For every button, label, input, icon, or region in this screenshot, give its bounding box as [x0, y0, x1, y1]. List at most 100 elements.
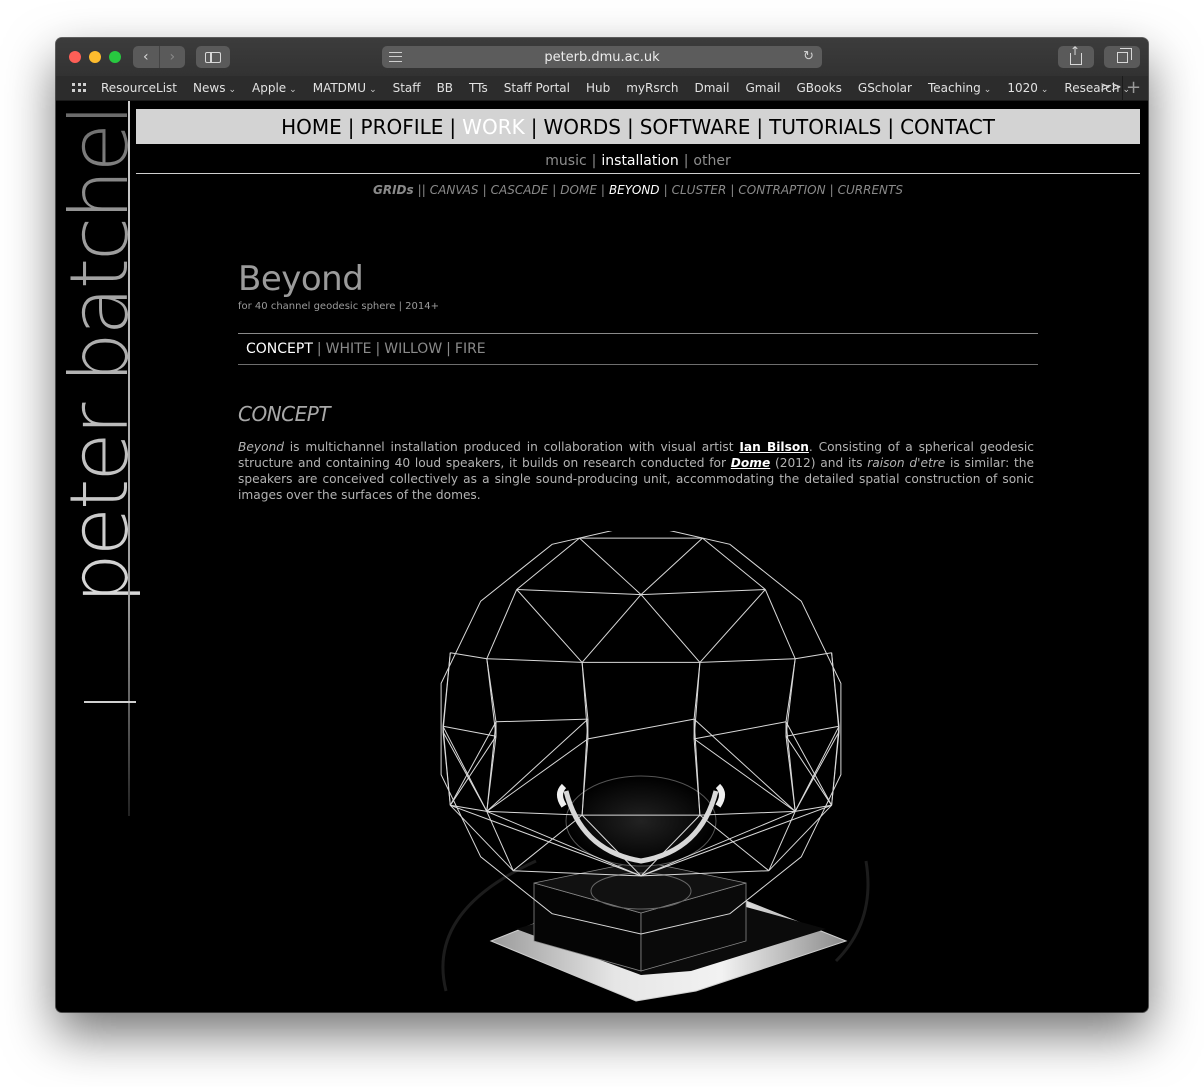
works-grids-link[interactable]: GRIDs	[373, 183, 414, 197]
address-bar[interactable]: peterb.dmu.ac.uk ↻	[382, 46, 822, 68]
reader-view-icon[interactable]	[389, 52, 402, 62]
main-navigation: HOME | PROFILE | WORK | WORDS | SOFTWARE | TUTORIA…	[136, 109, 1140, 144]
zoom-window-button[interactable]	[109, 51, 121, 63]
bookmark-label: Teaching	[927, 81, 981, 95]
bookmark-bb[interactable]: BB	[437, 81, 453, 95]
web-page: peter batchelor HOME | PROFILE | WORK | WORDS |…	[56, 101, 1148, 1012]
bookmark-gbooks[interactable]: GBooks	[796, 81, 841, 95]
bookmarks-bar: ResourceList News ⌄ Apple ⌄ MATDMU ⌄ Staff BB TTs…	[56, 76, 1148, 101]
sidebar-icon	[205, 51, 221, 63]
nav-contact[interactable]: CONTACT	[900, 115, 995, 139]
work-name-italic: Beyond	[238, 440, 284, 454]
divider	[136, 173, 1140, 174]
dome-link[interactable]: Dome	[731, 456, 770, 470]
nav-words[interactable]: WORDS	[543, 115, 621, 139]
category-navigation: music | installation | other	[136, 153, 1140, 169]
bookmark-label: Staff Portal	[503, 81, 570, 95]
minimize-window-button[interactable]	[89, 51, 101, 63]
forward-arrow-icon[interactable]: ›	[158, 46, 186, 68]
nav-separator: |	[829, 183, 834, 197]
bookmark-dmail[interactable]: Dmail	[695, 81, 730, 95]
nav-software[interactable]: SOFTWARE	[640, 115, 751, 139]
show-tabs-button[interactable]	[1104, 46, 1140, 68]
bookmark-label: ResourceList	[101, 81, 178, 95]
bookmark-resourcelist[interactable]: ResourceList	[101, 81, 177, 95]
nav-separator: |	[316, 341, 322, 357]
raison-detre-italic: raison d'etre	[867, 456, 946, 470]
share-icon	[1070, 44, 1082, 65]
category-other[interactable]: other	[693, 153, 730, 169]
bookmark-tts[interactable]: TTs	[469, 81, 488, 95]
more-bookmarks-button[interactable]: >>	[1100, 80, 1122, 95]
concept-paragraph: Beyond is multichannel installation prod…	[238, 439, 1034, 503]
close-window-button[interactable]	[69, 51, 81, 63]
work-cascade[interactable]: CASCADE	[491, 183, 549, 197]
bookmark-label: Dmail	[694, 81, 730, 95]
section-willow[interactable]: WILLOW	[384, 341, 442, 357]
divider	[238, 333, 1038, 334]
bookmark-label: BB	[436, 81, 454, 95]
nav-separator: ||	[417, 183, 426, 197]
nav-separator: |	[887, 114, 895, 139]
nav-separator: |	[626, 114, 634, 139]
bookmark-1020[interactable]: 1020 ⌄	[1007, 81, 1048, 95]
nav-separator: |	[756, 114, 764, 139]
bookmark-label: myRsrch	[626, 81, 679, 95]
section-fire[interactable]: FIRE	[455, 341, 486, 357]
nav-separator: |	[482, 183, 487, 197]
bookmark-label: Staff	[392, 81, 421, 95]
bookmark-label: TTs	[469, 81, 488, 95]
bookmark-label: 1020	[1007, 81, 1038, 95]
bookmark-myrsrch[interactable]: myRsrch	[626, 81, 678, 95]
nav-work[interactable]: WORK	[462, 115, 525, 139]
bookmark-label: Apple	[252, 81, 287, 95]
new-tab-plus-icon[interactable]: +	[1126, 77, 1141, 98]
nav-separator: |	[530, 114, 538, 139]
work-contraption[interactable]: CONTRAPTION	[738, 183, 825, 197]
side-rule-tick	[84, 701, 136, 703]
nav-profile[interactable]: PROFILE	[361, 115, 444, 139]
nav-tutorials[interactable]: TUTORIALS	[769, 115, 881, 139]
bookmark-hub[interactable]: Hub	[586, 81, 610, 95]
back-arrow-icon[interactable]: ‹	[133, 46, 159, 68]
bookmark-label: GScholar	[857, 81, 912, 95]
apps-grid-icon[interactable]	[72, 82, 86, 94]
nav-separator: |	[375, 341, 381, 357]
section-white[interactable]: WHITE	[326, 341, 372, 357]
chevron-down-icon: ⌄	[289, 85, 297, 95]
bookmark-label: Gmail	[745, 81, 781, 95]
share-button[interactable]	[1058, 44, 1094, 68]
sidebar-toggle-button[interactable]	[196, 46, 230, 68]
bookmark-apple[interactable]: Apple ⌄	[252, 81, 297, 95]
installation-works-navigation: GRIDs || CANVAS | CASCADE | DOME | BEYOND | CLUSTE…	[136, 183, 1140, 197]
bookmark-teaching[interactable]: Teaching ⌄	[928, 81, 991, 95]
bookmark-label: News	[193, 81, 226, 95]
work-cluster[interactable]: CLUSTER	[672, 183, 727, 197]
work-currents[interactable]: CURRENTS	[838, 183, 903, 197]
category-installation[interactable]: installation	[601, 153, 678, 169]
section-concept[interactable]: CONCEPT	[246, 341, 313, 357]
ian-bilson-link[interactable]: Ian Bilson	[739, 440, 809, 454]
side-rule	[128, 101, 130, 816]
chevron-down-icon: ⌄	[369, 85, 377, 95]
bookmark-gmail[interactable]: Gmail	[745, 81, 780, 95]
work-sections-navigation: CONCEPT | WHITE | WILLOW | FIRE	[246, 341, 486, 357]
back-forward-buttons: ‹ ›	[133, 46, 185, 68]
bookmark-staff-portal[interactable]: Staff Portal	[504, 81, 570, 95]
work-subtitle: for 40 channel geodesic sphere | 2014+	[238, 301, 440, 312]
work-dome[interactable]: DOME	[560, 183, 597, 197]
bookmark-news[interactable]: News ⌄	[193, 81, 236, 95]
category-music[interactable]: music	[545, 153, 586, 169]
work-beyond[interactable]: BEYOND	[609, 183, 660, 197]
bookmark-staff[interactable]: Staff	[393, 81, 421, 95]
paragraph-text: (2012) and its	[770, 456, 868, 470]
reload-icon[interactable]: ↻	[803, 49, 814, 64]
nav-separator: |	[600, 183, 605, 197]
bookmark-matdmu[interactable]: MATDMU ⌄	[313, 81, 377, 95]
chevron-down-icon: ⌄	[228, 85, 236, 95]
tabs-overview-icon	[1116, 47, 1132, 63]
work-canvas[interactable]: CANVAS	[430, 183, 479, 197]
nav-home[interactable]: HOME	[281, 115, 342, 139]
url-text: peterb.dmu.ac.uk	[544, 49, 660, 65]
bookmark-gscholar[interactable]: GScholar	[858, 81, 912, 95]
